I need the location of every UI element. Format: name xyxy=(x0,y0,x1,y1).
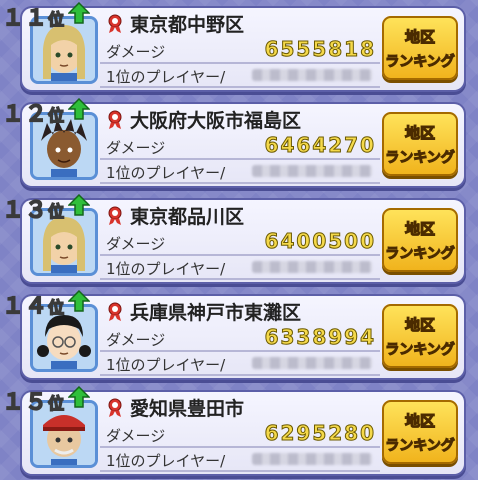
medal-icon xyxy=(108,398,122,417)
top-player-line: 1位のプレイヤー/ xyxy=(100,64,380,88)
blurred-player-name xyxy=(252,261,372,273)
blurred-player-name xyxy=(252,357,372,369)
top-player-label: 1位のプレイヤー/ xyxy=(106,164,226,182)
damage-label: ダメージ xyxy=(106,235,166,253)
damage-label: ダメージ xyxy=(106,331,166,349)
region-name: 大阪府大阪市福島区 xyxy=(130,110,302,132)
region-name-line: 兵庫県神戸市東灘区 xyxy=(106,298,376,326)
button-label-line1: 地区 xyxy=(404,123,435,142)
damage-label: ダメージ xyxy=(106,43,166,61)
medal-icon xyxy=(108,14,122,33)
damage-value: 6400500 xyxy=(264,229,376,254)
medal-icon xyxy=(108,110,122,129)
region-name-line: 東京都中野区 xyxy=(106,10,376,38)
district-ranking-button[interactable]: 地区 ランキング xyxy=(382,112,458,176)
rank-number: １３位 xyxy=(1,197,66,224)
region-name-line: 大阪府大阪市福島区 xyxy=(106,106,376,134)
top-player-line: 1位のプレイヤー/ xyxy=(100,256,380,280)
district-ranking-button[interactable]: 地区 ランキング xyxy=(382,208,458,272)
region-name: 兵庫県神戸市東灘区 xyxy=(130,302,302,324)
ranking-row: １５位 愛知県豊田市 ダメージ 6295280 1位のプレイヤー/ 地区 ランキ… xyxy=(0,384,478,476)
button-label-line2: ランキング xyxy=(385,245,456,262)
ranking-row: １４位 兵庫県神戸市東灘区 ダメージ 6338994 1位のプレイヤー/ 地区 … xyxy=(0,288,478,380)
rank-up-arrow-icon xyxy=(68,98,90,120)
button-label-line2: ランキング xyxy=(385,53,456,70)
damage-value: 6295280 xyxy=(264,421,376,446)
damage-line: ダメージ 6400500 xyxy=(100,229,380,256)
damage-value: 6555818 xyxy=(264,37,376,62)
damage-value: 6338994 xyxy=(264,325,376,350)
damage-label: ダメージ xyxy=(106,427,166,445)
rank-up-arrow-icon xyxy=(68,386,90,408)
damage-line: ダメージ 6555818 xyxy=(100,37,380,64)
region-name-line: 愛知県豊田市 xyxy=(106,394,376,422)
region-name: 東京都品川区 xyxy=(130,206,245,228)
rank-number: １１位 xyxy=(1,5,66,32)
blurred-player-name xyxy=(252,453,372,465)
district-ranking-button[interactable]: 地区 ランキング xyxy=(382,304,458,368)
top-player-line: 1位のプレイヤー/ xyxy=(100,160,380,184)
ranking-row: １１位 東京都中野区 ダメージ 6555818 1位のプレイヤー/ 地区 ランキ… xyxy=(0,0,478,92)
blurred-player-name xyxy=(252,165,372,177)
damage-line: ダメージ 6464270 xyxy=(100,133,380,160)
region-name: 東京都中野区 xyxy=(130,14,245,36)
top-player-label: 1位のプレイヤー/ xyxy=(106,452,226,470)
damage-line: ダメージ 6338994 xyxy=(100,325,380,352)
damage-value: 6464270 xyxy=(264,133,376,158)
top-player-line: 1位のプレイヤー/ xyxy=(100,448,380,472)
district-ranking-button[interactable]: 地区 ランキング xyxy=(382,16,458,80)
medal-icon xyxy=(108,206,122,225)
medal-icon xyxy=(108,302,122,321)
button-label-line1: 地区 xyxy=(404,219,435,238)
button-label-line1: 地区 xyxy=(404,315,435,334)
district-ranking-button[interactable]: 地区 ランキング xyxy=(382,400,458,464)
blurred-player-name xyxy=(252,69,372,81)
rank-number: １４位 xyxy=(1,293,66,320)
button-label-line2: ランキング xyxy=(385,437,456,454)
damage-line: ダメージ 6295280 xyxy=(100,421,380,448)
top-player-label: 1位のプレイヤー/ xyxy=(106,260,226,278)
top-player-label: 1位のプレイヤー/ xyxy=(106,68,226,86)
rank-number: １２位 xyxy=(1,101,66,128)
rank-up-arrow-icon xyxy=(68,290,90,312)
top-player-label: 1位のプレイヤー/ xyxy=(106,356,226,374)
ranking-row: １２位 大阪府大阪市福島区 ダメージ 6464270 1位のプレイヤー/ 地区 … xyxy=(0,96,478,188)
button-label-line1: 地区 xyxy=(404,411,435,430)
rank-up-arrow-icon xyxy=(68,2,90,24)
region-name-line: 東京都品川区 xyxy=(106,202,376,230)
region-name: 愛知県豊田市 xyxy=(130,398,245,420)
button-label-line2: ランキング xyxy=(385,149,456,166)
rank-number: １５位 xyxy=(1,389,66,416)
damage-label: ダメージ xyxy=(106,139,166,157)
button-label-line2: ランキング xyxy=(385,341,456,358)
ranking-row: １３位 東京都品川区 ダメージ 6400500 1位のプレイヤー/ 地区 ランキ… xyxy=(0,192,478,284)
button-label-line1: 地区 xyxy=(404,27,435,46)
rank-up-arrow-icon xyxy=(68,194,90,216)
top-player-line: 1位のプレイヤー/ xyxy=(100,352,380,376)
